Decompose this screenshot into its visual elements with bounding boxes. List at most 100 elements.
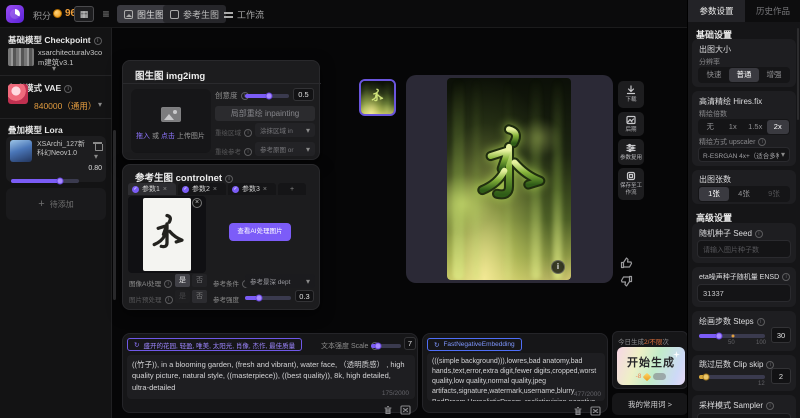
vae-thumbnail[interactable]	[8, 84, 28, 104]
favorite-words-link[interactable]: 我的常用词 >	[612, 393, 688, 415]
redraw-ref-dropdown[interactable]: 参考原图 or▾	[255, 142, 315, 156]
image-reference-icon[interactable]	[590, 403, 601, 418]
upscaler-dropdown[interactable]: R-ESRGAN 4x+（适合多种风▾	[698, 147, 790, 162]
tab-workflow[interactable]: 工作流	[217, 5, 271, 23]
seed-input[interactable]	[697, 240, 791, 258]
default-tick	[732, 335, 735, 338]
info-icon[interactable]: i	[94, 37, 102, 45]
ai-process-no[interactable]: 否	[192, 274, 207, 287]
info-icon[interactable]: i	[766, 402, 774, 410]
prompt-tag-chip[interactable]: ↻ 盛开的花园, 轻盈, 唯美, 太阳光, 肖像, 杰作, 最佳质量	[127, 338, 302, 351]
clear-prompt-icon[interactable]	[573, 403, 583, 418]
image-reference-icon[interactable]	[400, 402, 411, 418]
option-2x[interactable]: 2x	[767, 120, 790, 134]
info-icon[interactable]: i	[755, 230, 763, 238]
option-4[interactable]: 4张	[729, 187, 759, 201]
download-button[interactable]: 下载	[618, 81, 644, 108]
info-icon[interactable]: i	[164, 280, 172, 288]
ref-condition-dropdown[interactable]: 参考景深 dept▾	[245, 274, 315, 288]
lora-name[interactable]: XSArchi_127新科幻Neov1.0	[37, 140, 89, 158]
lora-card[interactable]: XSArchi_127新科幻Neov1.0 ▾ 0.80	[6, 136, 106, 182]
panel-scrollbar-thumb[interactable]	[797, 28, 799, 120]
view-ai-processed-button[interactable]: 查看AI处理图片	[229, 223, 291, 241]
slider-knob[interactable]	[255, 295, 262, 302]
checkpoint-thumbnail[interactable]	[8, 48, 34, 66]
clip-skip-slider[interactable]	[699, 375, 765, 379]
lora-weight-slider[interactable]	[11, 179, 79, 183]
option-none[interactable]: 无	[699, 120, 722, 134]
scale-value[interactable]: 7	[404, 337, 416, 350]
trash-icon[interactable]	[93, 140, 102, 150]
preprocess-yes[interactable]: 是	[175, 290, 190, 303]
chevron-down-icon[interactable]: ▾	[94, 152, 98, 161]
denoise-value[interactable]: 0.5	[293, 88, 314, 101]
option-normal[interactable]: 普通	[729, 68, 759, 82]
thumbs-down-icon[interactable]	[620, 274, 633, 292]
close-icon[interactable]: ×	[163, 186, 167, 193]
controlnet-tab-3[interactable]: ✓参数3×	[228, 183, 276, 195]
tab-history-works[interactable]: 历史作品	[745, 0, 800, 22]
add-lora-button[interactable]: + 待添加	[6, 188, 106, 220]
chevron-down-icon[interactable]: ▾	[52, 64, 56, 73]
lora-thumbnail[interactable]	[10, 140, 32, 162]
option-1-5x[interactable]: 1.5x	[744, 120, 767, 134]
info-icon[interactable]: i	[758, 138, 766, 146]
upload-dropzone[interactable]: 拖入 或 点击 上传图片	[131, 89, 211, 153]
steps-value[interactable]: 30	[771, 327, 791, 343]
refresh-icon[interactable]: ↻	[134, 341, 139, 349]
chevron-down-icon[interactable]: ▾	[98, 100, 102, 109]
ref-strength-value[interactable]: 0.3	[295, 290, 314, 302]
option-fast[interactable]: 快速	[699, 68, 729, 82]
info-icon[interactable]: i	[757, 318, 765, 326]
ref-strength-slider[interactable]	[245, 296, 291, 300]
controlnet-tab-1[interactable]: ✓参数1×	[128, 183, 176, 195]
controlnet-image-box[interactable]: ×	[128, 196, 206, 273]
option-1[interactable]: 1张	[699, 187, 729, 201]
close-icon[interactable]: ×	[263, 186, 267, 193]
save-workflow-button[interactable]: 保存至工作流	[618, 168, 644, 200]
slider-knob[interactable]	[375, 343, 382, 350]
generate-button[interactable]: 开始生成 -8	[617, 347, 685, 385]
negative-embedding-chip[interactable]: ↻ FastNegativeEmbedding	[427, 338, 522, 351]
preprocess-no[interactable]: 否	[192, 290, 207, 303]
clear-prompt-icon[interactable]	[383, 402, 393, 418]
redraw-area-dropdown[interactable]: 涂抹区域 in▾	[255, 123, 315, 137]
info-icon[interactable]: i	[64, 85, 72, 93]
denoise-slider[interactable]	[245, 94, 289, 98]
close-icon[interactable]: ×	[213, 186, 217, 193]
controlnet-reference-image[interactable]	[143, 198, 191, 271]
remove-image-icon[interactable]: ×	[192, 198, 202, 208]
tab-params-settings[interactable]: 参数设置	[688, 0, 745, 22]
grid-view-icon[interactable]: ▦	[74, 6, 94, 22]
info-icon[interactable]: i	[225, 175, 233, 183]
checkpoint-name[interactable]: xsarchitecturalv3com建筑v3.1	[38, 48, 106, 68]
ai-process-yes[interactable]: 是	[175, 274, 190, 287]
slider-knob[interactable]	[715, 333, 722, 340]
ensd-input[interactable]	[697, 284, 791, 302]
option-enhanced[interactable]: 增强	[759, 68, 789, 82]
slider-knob[interactable]	[56, 178, 63, 185]
scale-slider[interactable]	[371, 344, 401, 348]
post-process-button[interactable]: 后期	[618, 112, 644, 136]
result-thumbnail-selected[interactable]	[359, 79, 396, 116]
sampler-dropdown[interactable]: ▾	[697, 413, 791, 418]
vae-value[interactable]: 840000（通用）	[34, 100, 96, 112]
thumbs-up-icon[interactable]	[620, 256, 633, 274]
generated-image[interactable]: i	[447, 78, 571, 280]
menu-icon[interactable]: ≡	[98, 6, 114, 22]
info-icon[interactable]: i	[782, 273, 790, 281]
controlnet-add-tab[interactable]: +	[278, 183, 306, 195]
reuse-params-button[interactable]: 参数复用	[618, 139, 644, 165]
slider-knob[interactable]	[702, 374, 709, 381]
clip-skip-value[interactable]: 2	[771, 368, 791, 384]
app-logo[interactable]	[6, 5, 24, 23]
slider-knob[interactable]	[266, 93, 273, 100]
refresh-icon[interactable]: ↻	[434, 341, 439, 349]
scrollbar-thumb[interactable]	[113, 130, 116, 300]
option-1x[interactable]: 1x	[722, 120, 745, 134]
positive-prompt-input[interactable]: ((竹子)), in a blooming garden, (fresh and…	[127, 355, 415, 399]
inpaint-button[interactable]: 局部重绘 inpainting	[215, 106, 315, 121]
image-info-icon[interactable]: i	[551, 260, 565, 274]
controlnet-tab-2[interactable]: ✓参数2×	[178, 183, 226, 195]
steps-slider[interactable]	[699, 334, 765, 338]
